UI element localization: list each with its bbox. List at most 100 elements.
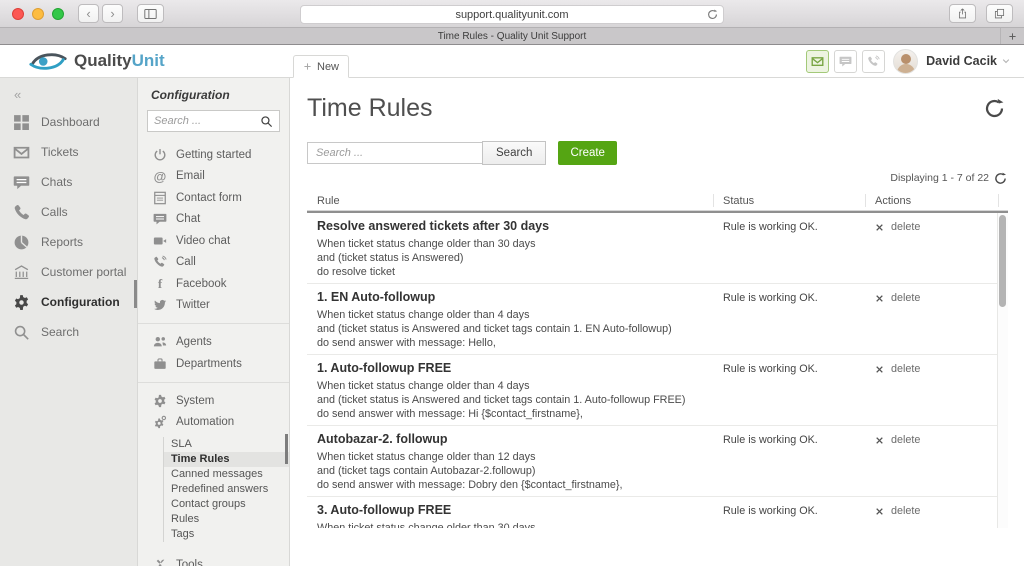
automation-sub-item[interactable]: SLA: [164, 437, 289, 452]
configuration-menu-item[interactable]: Getting started: [138, 144, 289, 166]
search-icon[interactable]: [260, 115, 273, 128]
delete-link[interactable]: delete: [891, 505, 920, 517]
app-logo[interactable]: QualityUnit: [27, 50, 165, 73]
sidebar-item[interactable]: Reports: [0, 227, 137, 257]
sidebar-item-label: Calls: [41, 205, 68, 219]
menu-item-label: Departments: [176, 358, 242, 370]
configuration-menu-item[interactable]: Call: [138, 252, 289, 274]
rule-cell: 3. Auto-followup FREE When ticket status…: [307, 502, 723, 528]
sidebar-item-label: Tickets: [41, 145, 79, 159]
delete-link[interactable]: delete: [891, 292, 920, 304]
sidebar-toggle-button[interactable]: [137, 4, 164, 23]
sidebar-item[interactable]: Chats: [0, 167, 137, 197]
automation-sub-item[interactable]: Time Rules: [164, 452, 289, 467]
sidebar-item[interactable]: Tickets: [0, 137, 137, 167]
configuration-menu-item[interactable]: System: [138, 390, 289, 412]
menu-item-icon: [153, 415, 167, 429]
reload-icon[interactable]: [707, 9, 718, 20]
configuration-menu-item[interactable]: Twitter: [138, 295, 289, 317]
sidebar-item-label: Customer portal: [41, 265, 126, 279]
sidebar-item[interactable]: Search: [0, 317, 137, 347]
pagination-info: Displaying 1 - 7 of 22: [307, 171, 1007, 185]
sidebar-item-label: Search: [41, 325, 79, 339]
configuration-menu-item-tools[interactable]: Tools: [138, 554, 289, 566]
share-button[interactable]: [949, 4, 976, 23]
configuration-menu-item[interactable]: Chat: [138, 209, 289, 231]
delete-link[interactable]: delete: [891, 363, 920, 375]
menu-item-label: Automation: [176, 416, 234, 428]
show-tabs-button[interactable]: [986, 4, 1013, 23]
configuration-menu-item[interactable]: Agents: [138, 331, 289, 353]
new-item-button[interactable]: New: [293, 55, 349, 78]
rule-action: do send answer with message: Hi {$contac…: [317, 407, 703, 421]
rule-title-link[interactable]: 3. Auto-followup FREE: [317, 502, 703, 518]
rules-search-input[interactable]: [307, 142, 483, 164]
table-row: Autobazar-2. followup When ticket status…: [307, 426, 997, 497]
rule-cell: Autobazar-2. followup When ticket status…: [307, 431, 723, 492]
configuration-menu-item[interactable]: Contact form: [138, 187, 289, 209]
refresh-page-icon[interactable]: [984, 98, 1005, 119]
avatar[interactable]: [893, 49, 918, 74]
sidebar-item[interactable]: Dashboard: [0, 107, 137, 137]
app-logo-text: QualityUnit: [74, 51, 165, 71]
configuration-search-box[interactable]: [147, 110, 280, 132]
automation-sub-item[interactable]: Contact groups: [164, 497, 289, 512]
chevron-down-icon[interactable]: [1001, 56, 1011, 66]
sidebar-item-icon: [13, 324, 30, 341]
configuration-menu-item[interactable]: Video chat: [138, 230, 289, 252]
chat-status-button[interactable]: [834, 50, 857, 73]
sidebar-item-label: Configuration: [41, 295, 120, 309]
tab-bar: Time Rules - Quality Unit Support: [0, 28, 1024, 45]
sidebar-item[interactable]: Customer portal: [0, 257, 137, 287]
table-row: 1. EN Auto-followup When ticket status c…: [307, 284, 997, 355]
rule-condition: When ticket status change older than 30 …: [317, 521, 703, 528]
phone-status-button[interactable]: [862, 50, 885, 73]
configuration-menu-item[interactable]: f Facebook: [138, 273, 289, 295]
minimize-window-button[interactable]: [32, 8, 44, 20]
automation-sub-item[interactable]: Predefined answers: [164, 482, 289, 497]
configuration-menu-item[interactable]: @ Email: [138, 166, 289, 188]
automation-sub-item[interactable]: Tags: [164, 527, 289, 542]
menu-item-label: Video chat: [176, 235, 230, 247]
user-name[interactable]: David Cacik: [926, 54, 997, 68]
create-button[interactable]: Create: [558, 141, 617, 165]
close-icon[interactable]: [875, 507, 884, 516]
rule-title-link[interactable]: 1. Auto-followup FREE: [317, 360, 703, 376]
configuration-sidebar-scrollbar-thumb[interactable]: [285, 434, 288, 464]
zoom-window-button[interactable]: [52, 8, 64, 20]
new-browser-tab-button[interactable]: [1000, 28, 1024, 44]
close-icon[interactable]: [875, 223, 884, 232]
forward-button[interactable]: ›: [102, 4, 123, 23]
configuration-search-input[interactable]: [154, 115, 260, 127]
mail-status-button[interactable]: [806, 50, 829, 73]
back-button[interactable]: ‹: [78, 4, 99, 23]
table-row: 3. Auto-followup FREE When ticket status…: [307, 497, 997, 528]
close-icon[interactable]: [875, 294, 884, 303]
automation-sub-item[interactable]: Canned messages: [164, 467, 289, 482]
menu-item-label: Getting started: [176, 149, 251, 161]
sidebar-item[interactable]: Calls: [0, 197, 137, 227]
actions-cell: delete: [875, 360, 997, 421]
plus-icon: [303, 62, 312, 71]
menu-item-label: System: [176, 395, 214, 407]
table-scrollbar-thumb[interactable]: [999, 215, 1006, 307]
rule-title-link[interactable]: 1. EN Auto-followup: [317, 289, 703, 305]
collapse-sidebar-button[interactable]: «: [14, 87, 137, 102]
search-button[interactable]: Search: [482, 141, 546, 165]
refresh-list-icon[interactable]: [994, 172, 1007, 185]
rule-title-link[interactable]: Autobazar-2. followup: [317, 431, 703, 447]
automation-sub-item[interactable]: Rules: [164, 512, 289, 527]
table-body: Resolve answered tickets after 30 days W…: [307, 211, 1008, 528]
close-icon[interactable]: [875, 436, 884, 445]
table-scrollbar[interactable]: [997, 213, 1008, 528]
delete-link[interactable]: delete: [891, 221, 920, 233]
delete-link[interactable]: delete: [891, 434, 920, 446]
configuration-menu-item[interactable]: Automation: [138, 412, 289, 434]
configuration-menu-item[interactable]: Departments: [138, 353, 289, 375]
sidebar-item[interactable]: Configuration: [0, 287, 137, 317]
address-bar[interactable]: support.qualityunit.com: [300, 5, 724, 24]
close-window-button[interactable]: [12, 8, 24, 20]
active-tab[interactable]: Time Rules - Quality Unit Support: [438, 31, 587, 42]
rule-title-link[interactable]: Resolve answered tickets after 30 days: [317, 218, 703, 234]
close-icon[interactable]: [875, 365, 884, 374]
